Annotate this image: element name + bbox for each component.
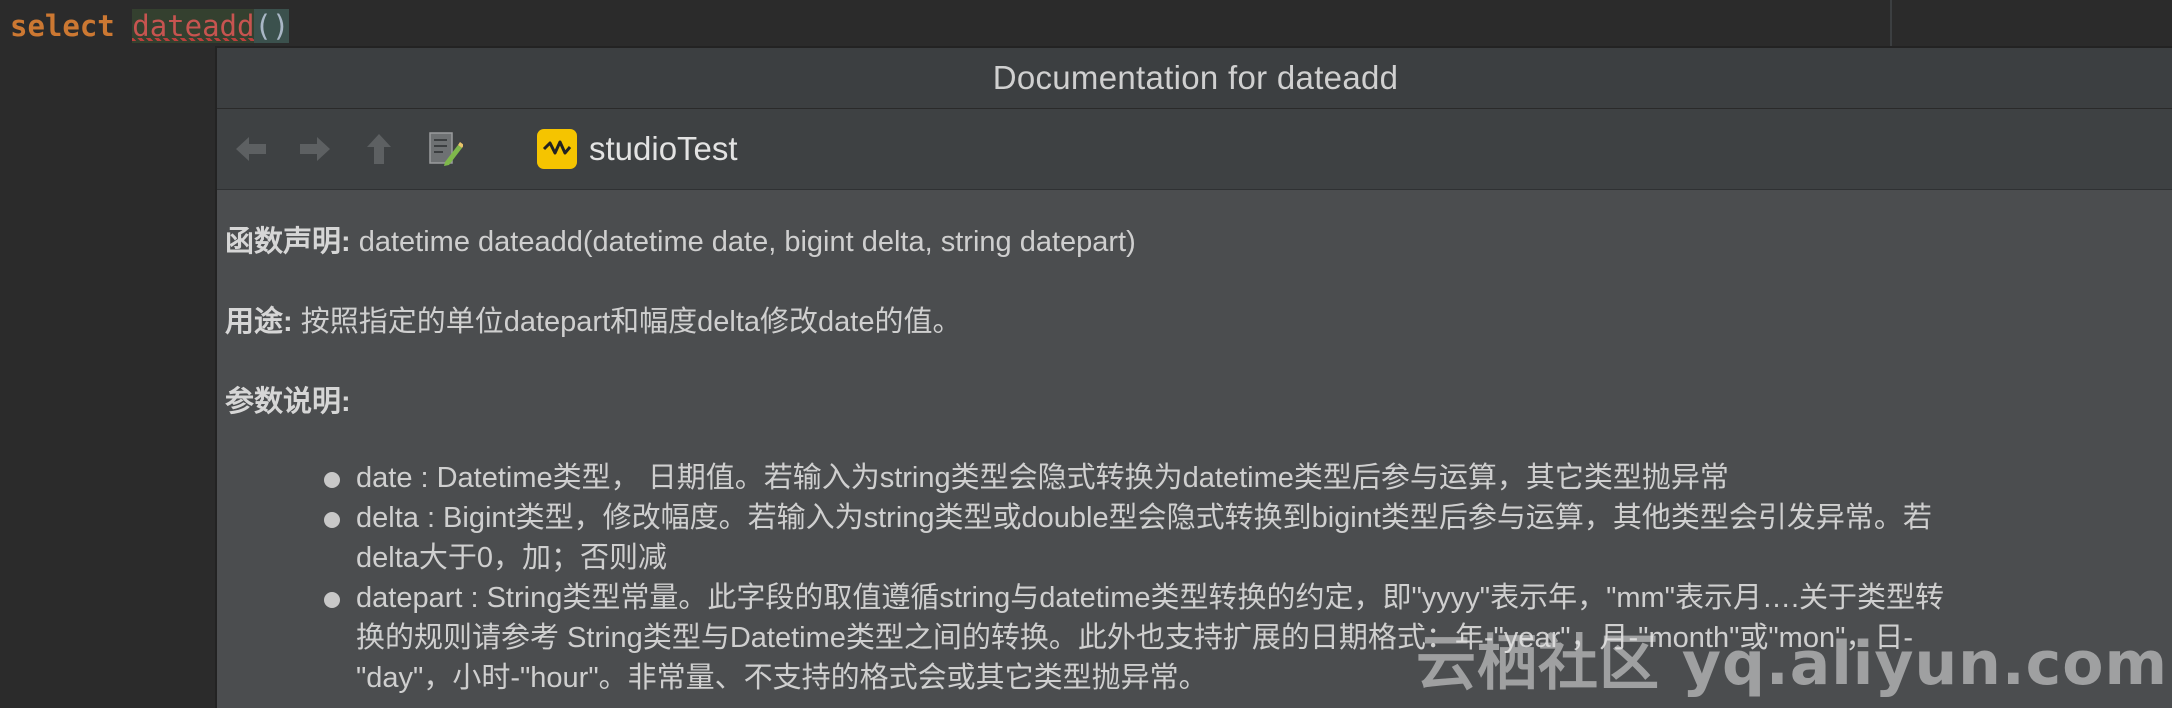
watermark: 云栖社区 yq.aliyun.com: [1415, 629, 2168, 699]
declaration-line: 函数声明: datetime dateadd(datetime date, bi…: [225, 222, 1136, 262]
code-line[interactable]: select dateadd(): [10, 6, 290, 46]
sql-keyword: select: [10, 9, 115, 43]
arrow-left-icon: [236, 137, 266, 161]
bullet-icon: [324, 472, 340, 488]
popup-toolbar: studioTest: [217, 109, 2172, 190]
declaration-text: datetime dateadd(datetime date, bigint d…: [350, 226, 1136, 258]
forward-button[interactable]: [295, 129, 335, 169]
editor-divider: [1890, 0, 1892, 46]
params-label: 参数说明:: [225, 386, 351, 418]
popup-title: Documentation for dateadd: [992, 59, 1399, 96]
up-button[interactable]: [359, 129, 399, 169]
documentation-popup: Documentation for dateadd studioTest 函数声…: [215, 46, 2172, 708]
function-name-token[interactable]: dateadd: [132, 9, 255, 43]
param-date-text: date : Datetime类型， 日期值。若输入为string类型会隐式转换…: [356, 462, 1729, 494]
param-delta-text: delta : Bigint类型，修改幅度。若输入为string类型或doubl…: [356, 502, 1932, 574]
arrow-right-icon: [300, 137, 330, 161]
edit-source-icon: [429, 132, 463, 166]
code-editor[interactable]: select dateadd() Documentation for datea…: [0, 0, 2172, 708]
list-item: delta : Bigint类型，修改幅度。若输入为string类型或doubl…: [225, 498, 2156, 578]
edit-source-button[interactable]: [425, 129, 465, 169]
parentheses-token[interactable]: (): [254, 9, 290, 43]
studio-module-icon: [537, 129, 577, 169]
purpose-label: 用途:: [225, 306, 293, 338]
list-item: date : Datetime类型， 日期值。若输入为string类型会隐式转换…: [225, 458, 2156, 498]
bullet-icon: [324, 592, 340, 608]
popup-header[interactable]: Documentation for dateadd: [217, 48, 2172, 109]
module-indicator: studioTest: [537, 125, 738, 173]
module-name: studioTest: [589, 130, 738, 167]
params-heading: 参数说明:: [225, 382, 351, 422]
purpose-text: 按照指定的单位datepart和幅度delta修改date的值。: [292, 306, 962, 338]
arrow-up-icon: [367, 134, 391, 164]
purpose-line: 用途: 按照指定的单位datepart和幅度delta修改date的值。: [225, 302, 961, 342]
declaration-label: 函数声明:: [225, 226, 351, 258]
bullet-icon: [324, 512, 340, 528]
back-button[interactable]: [231, 129, 271, 169]
